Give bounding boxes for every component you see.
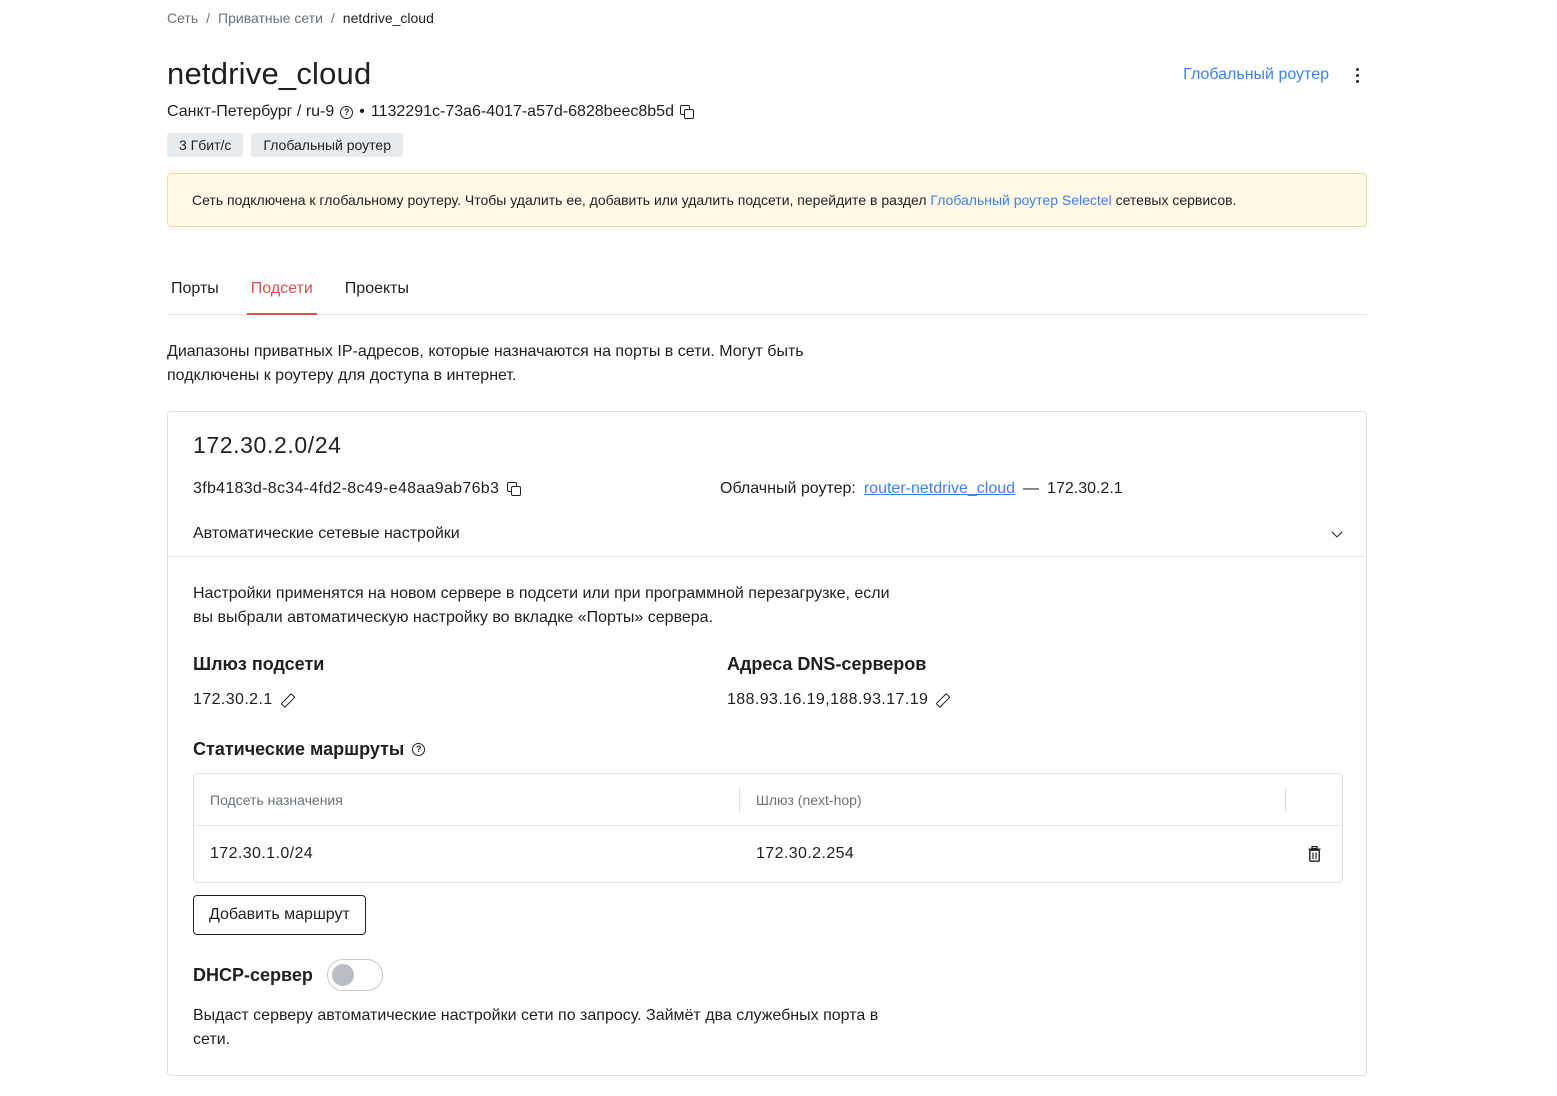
column-divider bbox=[1285, 788, 1286, 812]
dns-label: Адреса DNS-серверов bbox=[727, 654, 927, 674]
dhcp-description: Выдаст серверу автоматические настройки … bbox=[193, 1007, 879, 1048]
toggle-knob bbox=[331, 964, 354, 986]
auto-settings-accordion[interactable]: Автоматические сетевые настройки bbox=[168, 512, 1366, 557]
gateway-value-row: 172.30.2.1 bbox=[193, 691, 293, 709]
global-router-alert: Сеть подключена к глобальному роутеру. Ч… bbox=[167, 173, 1367, 227]
kebab-menu-icon[interactable] bbox=[1347, 64, 1367, 86]
tag-global-router: Глобальный роутер bbox=[251, 133, 404, 157]
breadcrumb-network[interactable]: Сеть bbox=[167, 10, 198, 26]
gateway-label: Шлюз подсети bbox=[193, 654, 325, 674]
column-divider bbox=[739, 788, 740, 812]
alert-text: Сеть подключена к глобальному роутеру. Ч… bbox=[192, 192, 927, 208]
breadcrumb-separator: / bbox=[330, 10, 335, 26]
accordion-title: Автоматические сетевые настройки bbox=[193, 525, 460, 542]
breadcrumb-current: netdrive_cloud bbox=[342, 10, 434, 26]
dns-value-row: 188.93.16.19,188.93.17.19 bbox=[727, 691, 948, 709]
route-destination: 172.30.1.0/24 bbox=[210, 845, 314, 862]
add-route-button[interactable]: Добавить маршрут bbox=[193, 895, 366, 935]
router-dash: — bbox=[1023, 480, 1040, 497]
accordion-description: Настройки применятся на новом сервере в … bbox=[193, 585, 890, 626]
alert-text-after: сетевых сервисов. bbox=[1115, 192, 1237, 208]
network-meta: Санкт-Петербург / ru-9 ? • 1132291c-73a6… bbox=[167, 103, 694, 121]
tab-subnets[interactable]: Подсети bbox=[246, 270, 317, 315]
dhcp-toggle[interactable] bbox=[326, 959, 383, 991]
tag-bandwidth: 3 Гбит/с bbox=[167, 133, 244, 157]
network-id: 1132291c-73a6-4017-a57d-6828beec8b5d bbox=[370, 103, 674, 120]
chevron-down-icon bbox=[1331, 526, 1343, 538]
route-next-hop: 172.30.2.254 bbox=[756, 845, 855, 862]
header-actions: Глобальный роутер bbox=[1183, 64, 1367, 86]
pencil-icon[interactable] bbox=[936, 694, 948, 706]
pencil-icon[interactable] bbox=[281, 694, 293, 706]
column-next-hop: Шлюз (next-hop) bbox=[756, 792, 862, 808]
tab-ports[interactable]: Порты bbox=[167, 270, 223, 315]
subnet-uuid: 3fb4183d-8c34-4fd2-8c49-e48aa9ab76b3 bbox=[193, 480, 500, 497]
dhcp-row: DHCP-сервер bbox=[193, 959, 383, 991]
gateway-value: 172.30.2.1 bbox=[193, 691, 273, 708]
tab-projects[interactable]: Проекты bbox=[341, 270, 413, 315]
breadcrumb-private-networks[interactable]: Приватные сети bbox=[218, 10, 323, 26]
static-routes-table: Подсеть назначения Шлюз (next-hop) 172.3… bbox=[193, 773, 1343, 883]
subnet-card: 172.30.2.0/24 3fb4183d-8c34-4fd2-8c49-e4… bbox=[167, 411, 1367, 1076]
cloud-router-row: Облачный роутер: router-netdrive_cloud —… bbox=[720, 480, 1123, 498]
breadcrumb-separator: / bbox=[206, 10, 211, 26]
subnet-cidr: 172.30.2.0/24 bbox=[193, 432, 342, 458]
table-row: 172.30.1.0/24 172.30.2.254 bbox=[194, 826, 1342, 882]
copy-icon[interactable] bbox=[507, 482, 522, 496]
cloud-router-ip: 172.30.2.1 bbox=[1047, 480, 1123, 497]
column-destination: Подсеть назначения bbox=[210, 792, 343, 808]
cloud-router-label: Облачный роутер: bbox=[720, 480, 856, 497]
trash-icon[interactable] bbox=[1308, 846, 1321, 862]
static-routes-label: Статические маршруты bbox=[193, 739, 405, 759]
tabs: Порты Подсети Проекты bbox=[167, 270, 1367, 315]
breadcrumb: Сеть / Приватные сети / netdrive_cloud bbox=[167, 10, 434, 26]
question-circle-icon[interactable]: ? bbox=[340, 105, 354, 119]
cloud-router-link[interactable]: router-netdrive_cloud bbox=[864, 480, 1015, 498]
static-routes-title: Статические маршруты ? bbox=[193, 739, 426, 760]
network-tags: 3 Гбит/с Глобальный роутер bbox=[167, 133, 404, 157]
meta-bullet: • bbox=[359, 103, 365, 120]
subnet-uuid-row: 3fb4183d-8c34-4fd2-8c49-e48aa9ab76b3 bbox=[193, 480, 522, 498]
table-header: Подсеть назначения Шлюз (next-hop) bbox=[194, 774, 1342, 826]
network-location: Санкт-Петербург / ru-9 bbox=[167, 103, 335, 120]
subnets-description: Диапазоны приватных IP-адресов, которые … bbox=[167, 343, 804, 384]
page-title: netdrive_cloud bbox=[167, 56, 372, 91]
question-circle-icon[interactable]: ? bbox=[412, 743, 426, 756]
global-router-link[interactable]: Глобальный роутер bbox=[1183, 66, 1329, 84]
copy-icon[interactable] bbox=[679, 105, 694, 119]
alert-global-router-link[interactable]: Глобальный роутер Selectel bbox=[930, 192, 1111, 208]
dhcp-label: DHCP-сервер bbox=[193, 964, 313, 985]
dns-value: 188.93.16.19,188.93.17.19 bbox=[727, 691, 929, 708]
